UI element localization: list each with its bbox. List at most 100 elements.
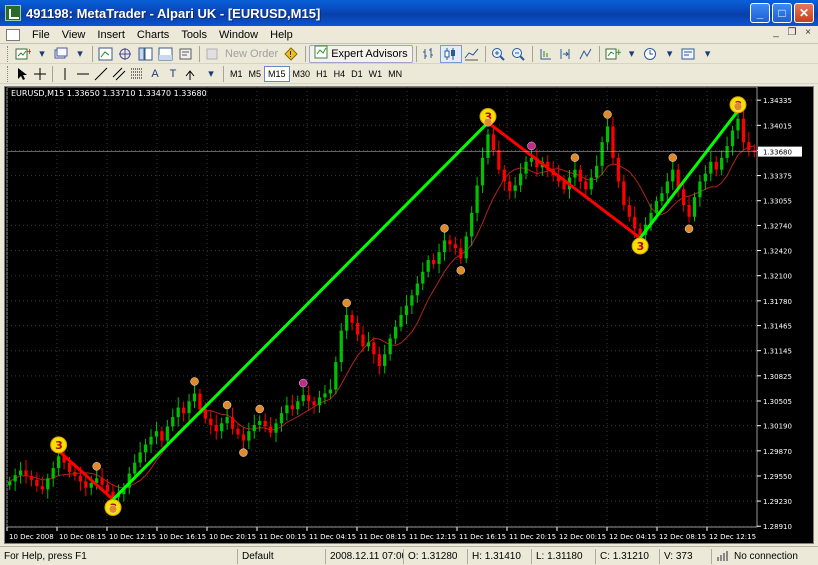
bar-chart-icon[interactable] <box>420 45 440 63</box>
candle-body <box>279 413 284 424</box>
profiles-icon[interactable] <box>51 45 71 63</box>
candle-body <box>334 362 338 390</box>
dropdown-arrow-icon[interactable]: ▾ <box>33 45 51 63</box>
chart-shift-icon[interactable] <box>556 45 576 63</box>
candle-body <box>67 462 72 473</box>
terminal-icon[interactable] <box>156 45 176 63</box>
dropdown-arrow-icon[interactable]: ▾ <box>699 45 717 63</box>
timeframe-m15[interactable]: M15 <box>264 65 290 82</box>
timeframe-m5[interactable]: M5 <box>246 66 265 82</box>
navigator-icon[interactable] <box>136 45 156 63</box>
candle-body <box>263 420 267 427</box>
text-label-icon[interactable]: T <box>164 65 182 83</box>
candle-body <box>491 134 496 151</box>
candle-body <box>290 405 294 410</box>
maximize-button[interactable]: □ <box>772 3 792 23</box>
menu-help[interactable]: Help <box>264 29 299 41</box>
timeframe-h4[interactable]: H4 <box>331 66 349 82</box>
candle-body <box>317 397 322 406</box>
minimize-button[interactable]: _ <box>750 3 770 23</box>
crosshair-icon[interactable] <box>31 65 49 83</box>
templates-icon[interactable] <box>679 45 699 63</box>
close-button[interactable]: ✕ <box>794 3 814 23</box>
fibonacci-retracement-icon[interactable] <box>128 65 146 83</box>
timeframe-mn[interactable]: MN <box>385 66 405 82</box>
dropdown-arrow-icon[interactable]: ▾ <box>661 45 679 63</box>
candle-body <box>268 426 273 433</box>
candlesticks-icon[interactable] <box>439 44 462 63</box>
new-order-button[interactable]: New Order <box>221 45 282 63</box>
vertical-line-icon[interactable] <box>56 65 74 83</box>
toolbar-grip[interactable] <box>7 65 10 82</box>
chart-window-controls: _ ❐ × <box>770 28 814 40</box>
periodicity-icon[interactable] <box>576 45 596 63</box>
candle-body <box>176 407 180 418</box>
market-watch-icon[interactable] <box>96 45 116 63</box>
fractal-marker <box>733 102 743 111</box>
candle-body <box>57 456 61 469</box>
candle-body <box>328 389 332 394</box>
svg-text:!: ! <box>289 50 292 59</box>
candle-body <box>372 342 376 355</box>
symbol-info: EURUSD,M15 1.33650 1.33710 1.33470 1.336… <box>11 89 207 98</box>
indicators-icon[interactable]: + <box>603 45 623 63</box>
title-bar[interactable]: 491198: MetaTrader - Alpari UK - [EURUSD… <box>0 0 818 26</box>
equidistant-channel-icon[interactable] <box>110 65 128 83</box>
line-chart-icon[interactable] <box>462 45 482 63</box>
candle-body <box>165 426 169 441</box>
chart-minimize-button[interactable]: _ <box>770 28 782 40</box>
menu-window[interactable]: Window <box>213 29 264 41</box>
dropdown-arrow-icon[interactable]: ▾ <box>71 45 89 63</box>
dropdown-arrow-icon[interactable]: ▾ <box>623 45 641 63</box>
strategy-tester-icon[interactable] <box>176 45 196 63</box>
timeframe-m30[interactable]: M30 <box>290 66 314 82</box>
meta-editor-icon[interactable]: ! <box>282 45 302 63</box>
candle-body <box>209 418 213 425</box>
chart-window[interactable]: 33333 1.343351.340151.336951.333751.3305… <box>4 86 814 544</box>
zoom-out-icon[interactable] <box>509 45 529 63</box>
menu-insert[interactable]: Insert <box>91 29 131 41</box>
timeframe-w1[interactable]: W1 <box>366 66 386 82</box>
zoom-in-icon[interactable] <box>489 45 509 63</box>
text-tool-icon[interactable]: A <box>146 65 164 83</box>
price-chart[interactable]: 33333 1.343351.340151.336951.333751.3305… <box>5 86 813 543</box>
toolbar-grip[interactable] <box>7 45 10 62</box>
menu-view[interactable]: View <box>56 29 92 41</box>
candle-body <box>230 417 235 429</box>
status-bar: For Help, press F1 Default 2008.12.11 07… <box>0 546 818 565</box>
expert-advisors-button[interactable]: Expert Advisors <box>309 44 413 63</box>
chart-document-icon[interactable] <box>6 28 20 41</box>
time-tick-label: 11 Dec 12:15 <box>409 533 456 541</box>
candle-body <box>464 236 468 259</box>
trendline-icon[interactable] <box>92 65 110 83</box>
dropdown-arrow-icon[interactable]: ▾ <box>202 65 220 83</box>
data-window-icon[interactable] <box>116 45 136 63</box>
time-tick-label: 11 Dec 20:15 <box>509 533 556 541</box>
candle-body <box>312 401 316 406</box>
cursor-icon[interactable] <box>13 65 31 83</box>
price-tick-label: 1.28910 <box>763 523 792 531</box>
candle-body <box>89 483 93 488</box>
auto-scroll-icon[interactable] <box>536 45 556 63</box>
price-tick-label: 1.30190 <box>763 423 792 431</box>
timeframe-m1[interactable]: M1 <box>227 66 246 82</box>
timeframes-clock-icon[interactable] <box>641 45 661 63</box>
timeframe-d1[interactable]: D1 <box>348 66 366 82</box>
timeframe-h1[interactable]: H1 <box>313 66 331 82</box>
candle-body <box>383 354 387 367</box>
menu-charts[interactable]: Charts <box>131 29 175 41</box>
svg-text:+: + <box>26 47 31 56</box>
new-chart-icon[interactable]: + <box>13 45 33 63</box>
horizontal-line-icon[interactable] <box>74 65 92 83</box>
candle-body <box>703 173 707 182</box>
candle-body <box>633 216 637 229</box>
status-profile[interactable]: Default <box>238 548 326 564</box>
candle-body <box>274 423 278 433</box>
menu-tools[interactable]: Tools <box>175 29 213 41</box>
time-tick-label: 12 Dec 00:15 <box>559 533 606 541</box>
arrows-icon[interactable] <box>182 65 202 83</box>
price-tick-label: 1.29230 <box>763 498 792 506</box>
chart-close-button[interactable]: × <box>802 28 814 40</box>
menu-file[interactable]: File <box>26 29 56 41</box>
chart-restore-button[interactable]: ❐ <box>786 28 798 40</box>
